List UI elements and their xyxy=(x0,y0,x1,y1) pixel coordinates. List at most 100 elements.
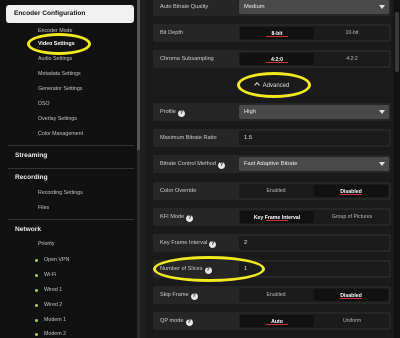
skip-frame-option-disabled[interactable]: Disabled xyxy=(314,289,388,301)
sidebar-section-network[interactable]: Network xyxy=(15,224,41,236)
sidebar-item-wired-2[interactable]: Wired 2 xyxy=(44,300,62,310)
settings-panel: Auto Bitrate Quality Medium Bit Depth 8-… xyxy=(145,0,400,338)
help-icon[interactable]: ? xyxy=(186,215,194,222)
setting-row-color-override: Color Override Enabled Disabled xyxy=(153,182,391,200)
sidebar-item-wi-fi[interactable]: Wi-Fi xyxy=(44,270,56,280)
caret-down-icon xyxy=(379,110,385,114)
setting-row-number-of-slices: Number of Slices? 1 xyxy=(153,260,391,278)
sidebar-item-priority[interactable]: Priority xyxy=(38,239,54,249)
setting-label: Bit Depth xyxy=(160,30,184,36)
sidebar-divider xyxy=(8,168,134,169)
settings-scrollbar-thumb[interactable] xyxy=(395,12,399,72)
select-value: Fast Adaptive Bitrate xyxy=(244,161,298,167)
setting-label: Profile xyxy=(160,109,176,115)
setting-label: Skip Frame xyxy=(160,292,189,298)
advanced-label: Advanced xyxy=(262,83,290,89)
chroma-subsampling-toggle: 4:2:0 4:2:2 xyxy=(239,52,389,66)
setting-label-wrap: Skip Frame? xyxy=(160,286,198,304)
sidebar-scrollbar-thumb[interactable] xyxy=(137,0,140,150)
bit-depth-option-10bit[interactable]: 10-bit xyxy=(315,26,389,40)
status-dot-icon xyxy=(35,304,38,307)
sidebar-item-color-management[interactable]: Color Management xyxy=(38,129,83,139)
color-override-toggle: Enabled Disabled xyxy=(239,184,389,198)
qp-mode-option-uniform[interactable]: Uniform xyxy=(315,314,389,328)
sidebar-item-metadata-settings[interactable]: Metadata Settings xyxy=(38,69,81,79)
skip-frame-toggle: Enabled Disabled xyxy=(239,288,389,302)
setting-row-qp-mode: QP mode? Auto Uniform xyxy=(153,312,391,330)
setting-row-chroma-subsampling: Chroma Subsampling 4:2:0 4:2:2 xyxy=(153,50,391,68)
profile-select[interactable]: High xyxy=(239,105,389,119)
sidebar-item-overlay-settings[interactable]: Overlay Settings xyxy=(38,114,77,124)
help-icon[interactable]: ? xyxy=(185,319,193,326)
sidebar: Encoder Configuration Encoder Mode Video… xyxy=(0,0,140,338)
status-dot-icon xyxy=(35,319,38,322)
max-bitrate-ratio-input[interactable]: 1.5 xyxy=(239,131,389,145)
help-icon[interactable]: ? xyxy=(204,267,212,274)
color-override-option-disabled[interactable]: Disabled xyxy=(314,185,388,197)
chevron-up-icon xyxy=(253,82,260,88)
bitrate-control-method-select[interactable]: Fast Adaptive Bitrate xyxy=(239,157,389,171)
setting-label-wrap: KFI Mode? xyxy=(160,208,194,226)
chroma-option-420[interactable]: 4:2:0 xyxy=(240,53,314,65)
status-dot-icon xyxy=(35,259,38,262)
sidebar-item-encoder-mode[interactable]: Encoder Mode xyxy=(38,26,72,36)
sidebar-item-audio-settings[interactable]: Audio Settings xyxy=(38,54,72,64)
help-icon[interactable]: ? xyxy=(217,162,225,169)
select-value: High xyxy=(244,109,256,115)
help-icon[interactable]: ? xyxy=(190,293,198,300)
setting-row-skip-frame: Skip Frame? Enabled Disabled xyxy=(153,286,391,304)
setting-label-wrap: Key Frame Interval? xyxy=(160,234,217,252)
auto-bitrate-quality-select[interactable]: Medium xyxy=(239,0,389,14)
sidebar-item-modem-1[interactable]: Modem 1 xyxy=(44,315,66,325)
setting-label-wrap: Number of Slices? xyxy=(160,260,212,278)
setting-label: Number of Slices xyxy=(160,266,203,272)
kfi-option-group-of-pictures[interactable]: Group of Pictures xyxy=(315,210,389,224)
setting-label-wrap: Bitrate Control Method? xyxy=(160,155,225,173)
setting-row-bit-depth: Bit Depth 8-bit 10-bit xyxy=(153,24,391,42)
advanced-toggle-button[interactable]: Advanced xyxy=(242,80,302,92)
qp-mode-option-auto[interactable]: Auto xyxy=(240,315,314,327)
setting-label: Key Frame Interval xyxy=(160,240,208,246)
sidebar-item-dso[interactable]: DSO xyxy=(38,99,49,109)
sidebar-divider xyxy=(8,145,134,146)
sidebar-item-files[interactable]: Files xyxy=(38,203,49,213)
sidebar-item-modem-2[interactable]: Modem 2 xyxy=(44,329,66,338)
sidebar-item-video-settings[interactable]: Video Settings xyxy=(38,39,75,49)
setting-label: Maximum Bitrate Ratio xyxy=(160,135,217,141)
select-value: Medium xyxy=(244,4,265,10)
sidebar-section-recording[interactable]: Recording xyxy=(15,172,48,184)
setting-row-max-bitrate-ratio: Maximum Bitrate Ratio 1.5 xyxy=(153,129,391,147)
bit-depth-toggle: 8-bit 10-bit xyxy=(239,26,389,40)
key-frame-interval-input[interactable]: 2 xyxy=(239,236,389,250)
kfi-option-key-frame-interval[interactable]: Key Frame Interval xyxy=(240,211,314,223)
setting-label: Bitrate Control Method xyxy=(160,161,216,167)
bit-depth-option-8bit[interactable]: 8-bit xyxy=(240,27,314,39)
sidebar-item-wired-1[interactable]: Wired 1 xyxy=(44,285,62,295)
status-dot-icon xyxy=(35,289,38,292)
number-of-slices-input[interactable]: 1 xyxy=(239,262,389,276)
sidebar-section-encoder-configuration[interactable]: Encoder Configuration xyxy=(6,5,134,23)
setting-label: Color Override xyxy=(160,188,197,194)
setting-label: Auto Bitrate Quality xyxy=(160,4,209,10)
color-override-option-enabled[interactable]: Enabled xyxy=(239,184,313,198)
caret-down-icon xyxy=(379,162,385,166)
setting-label-wrap: QP mode? xyxy=(160,312,193,330)
setting-label: Chroma Subsampling xyxy=(160,56,214,62)
caret-down-icon xyxy=(379,5,385,9)
qp-mode-toggle: Auto Uniform xyxy=(239,314,389,328)
setting-label: QP mode xyxy=(160,318,184,324)
skip-frame-option-enabled[interactable]: Enabled xyxy=(239,288,313,302)
settings-scrollbar[interactable] xyxy=(394,0,400,338)
sidebar-scrollbar[interactable] xyxy=(137,0,140,338)
sidebar-section-streaming[interactable]: Streaming xyxy=(15,150,47,162)
help-icon[interactable]: ? xyxy=(177,110,185,117)
sidebar-item-open-vpn[interactable]: Open VPN xyxy=(44,255,69,265)
chroma-option-422[interactable]: 4:2:2 xyxy=(315,52,389,66)
help-icon[interactable]: ? xyxy=(209,241,217,248)
kfi-mode-toggle: Key Frame Interval Group of Pictures xyxy=(239,210,389,224)
setting-row-profile: Profile? High xyxy=(153,103,391,121)
sidebar-item-recording-settings[interactable]: Recording Settings xyxy=(38,188,83,198)
sidebar-item-generator-settings[interactable]: Generator Settings xyxy=(38,84,82,94)
status-dot-icon xyxy=(35,333,38,336)
status-dot-icon xyxy=(35,274,38,277)
